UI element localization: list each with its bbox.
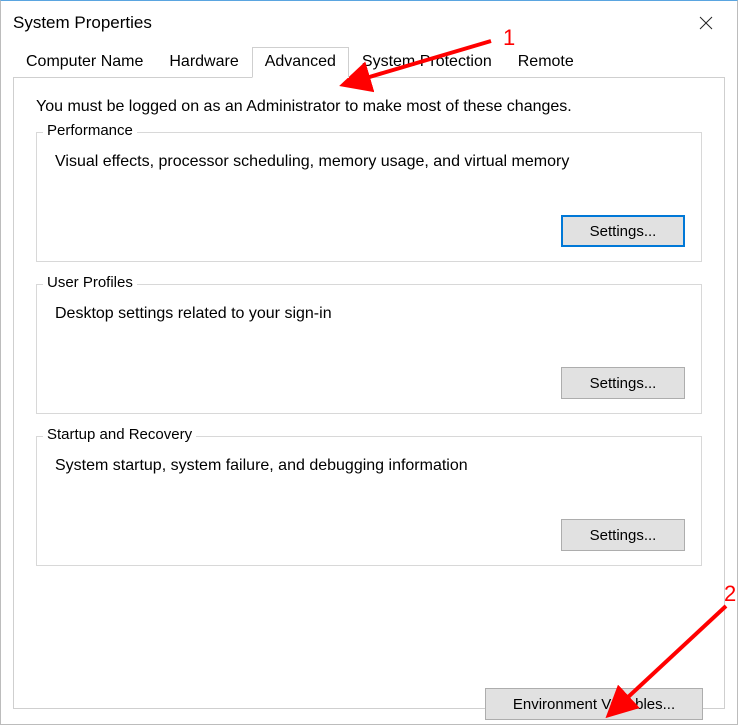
user-profiles-description: Desktop settings related to your sign-in bbox=[55, 305, 685, 323]
tab-system-protection[interactable]: System Protection bbox=[349, 47, 505, 78]
window-title: System Properties bbox=[13, 13, 152, 33]
annotation-label-2: 2 bbox=[724, 581, 736, 607]
environment-variables-row: Environment Variables... bbox=[0, 688, 725, 720]
close-button[interactable] bbox=[683, 7, 729, 39]
tab-strip: Computer Name Hardware Advanced System P… bbox=[1, 45, 737, 77]
close-icon bbox=[699, 16, 713, 30]
tab-hardware[interactable]: Hardware bbox=[156, 47, 251, 78]
system-properties-window: System Properties Computer Name Hardware… bbox=[0, 0, 738, 725]
titlebar: System Properties bbox=[1, 1, 737, 45]
advanced-panel: You must be logged on as an Administrato… bbox=[13, 77, 725, 709]
user-profiles-settings-button[interactable]: Settings... bbox=[561, 367, 685, 399]
annotation-label-1: 1 bbox=[503, 25, 515, 51]
startup-recovery-button-row: Settings... bbox=[53, 519, 685, 551]
performance-button-row: Settings... bbox=[53, 215, 685, 247]
admin-notice-text: You must be logged on as an Administrato… bbox=[36, 98, 702, 116]
user-profiles-group: User Profiles Desktop settings related t… bbox=[36, 284, 702, 414]
tab-computer-name[interactable]: Computer Name bbox=[13, 47, 156, 78]
startup-recovery-group: Startup and Recovery System startup, sys… bbox=[36, 436, 702, 566]
user-profiles-legend: User Profiles bbox=[43, 274, 137, 291]
performance-legend: Performance bbox=[43, 122, 137, 139]
user-profiles-button-row: Settings... bbox=[53, 367, 685, 399]
tab-advanced[interactable]: Advanced bbox=[252, 47, 349, 78]
tab-remote[interactable]: Remote bbox=[505, 47, 587, 78]
performance-description: Visual effects, processor scheduling, me… bbox=[55, 153, 685, 171]
startup-recovery-legend: Startup and Recovery bbox=[43, 426, 196, 443]
startup-recovery-description: System startup, system failure, and debu… bbox=[55, 457, 685, 475]
startup-recovery-settings-button[interactable]: Settings... bbox=[561, 519, 685, 551]
environment-variables-button[interactable]: Environment Variables... bbox=[485, 688, 703, 720]
performance-group: Performance Visual effects, processor sc… bbox=[36, 132, 702, 262]
performance-settings-button[interactable]: Settings... bbox=[561, 215, 685, 247]
